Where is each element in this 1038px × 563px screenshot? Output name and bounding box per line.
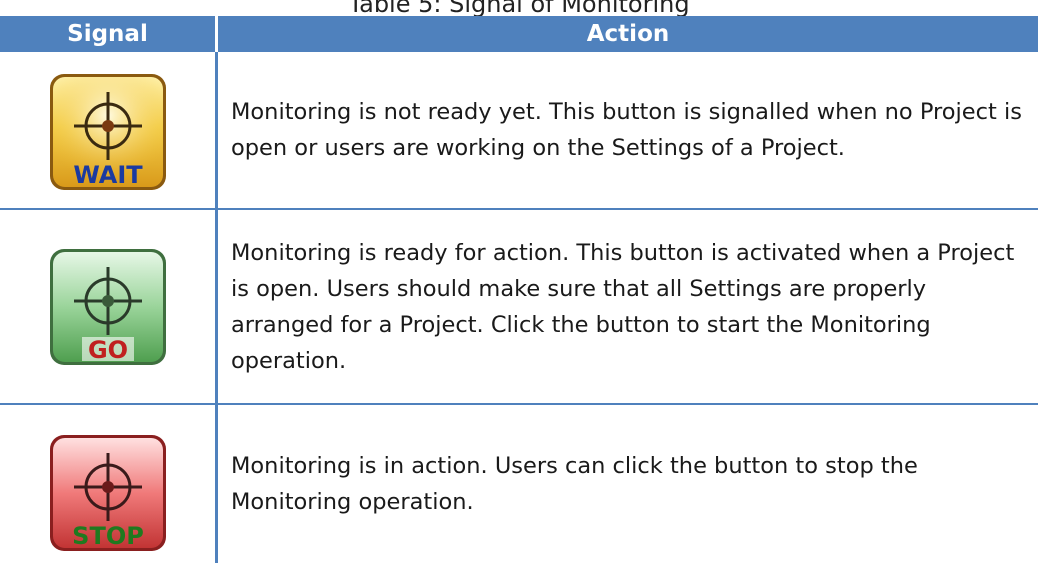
signal-cell: STOP bbox=[0, 405, 218, 563]
table-row: GO Monitoring is ready for action. This … bbox=[0, 210, 1038, 405]
svg-text:GO: GO bbox=[87, 336, 127, 364]
signal-table: Signal Action WAIT Monitoring is not rea… bbox=[0, 16, 1038, 563]
table-header: Signal Action bbox=[0, 16, 1038, 52]
header-signal: Signal bbox=[0, 16, 218, 52]
signal-cell: WAIT bbox=[0, 52, 218, 208]
wait-signal-icon: WAIT bbox=[49, 74, 166, 190]
header-action: Action bbox=[586, 21, 670, 47]
action-cell: Monitoring is ready for action. This but… bbox=[231, 239, 1015, 374]
table-row: WAIT Monitoring is not ready yet. This b… bbox=[0, 52, 1038, 210]
svg-text:WAIT: WAIT bbox=[73, 161, 143, 189]
stop-signal-icon: STOP bbox=[49, 435, 166, 551]
table-row: STOP Monitoring is in action. Users can … bbox=[0, 405, 1038, 563]
action-cell: Monitoring is not ready yet. This button… bbox=[231, 99, 1022, 161]
signal-cell: GO bbox=[0, 210, 218, 403]
action-cell: Monitoring is in action. Users can click… bbox=[231, 453, 918, 515]
svg-text:STOP: STOP bbox=[72, 522, 144, 550]
go-signal-icon: GO bbox=[49, 248, 166, 365]
